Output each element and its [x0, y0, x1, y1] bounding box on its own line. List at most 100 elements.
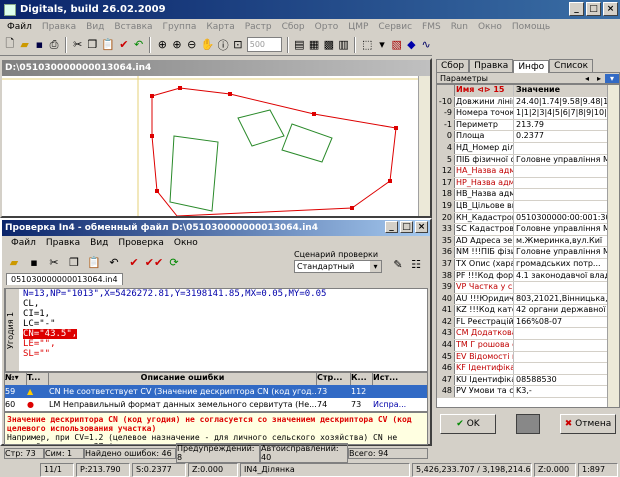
scale-input[interactable]: 500 [246, 37, 282, 52]
attribute-value[interactable] [514, 352, 619, 363]
menu-collect[interactable]: Сбор [277, 22, 310, 32]
table-icon[interactable]: ▦ [308, 37, 320, 53]
table-row[interactable]: 35 AD Адреса зем м.Жмеринка,вул.Киї [437, 235, 619, 248]
chevron-down-icon[interactable]: ▾ [370, 261, 381, 272]
print-icon[interactable]: ⎙ [48, 37, 60, 53]
menu-ortho[interactable]: Орто [310, 22, 344, 32]
paste-icon[interactable]: 📋 [86, 254, 102, 270]
table-row[interactable]: 39 VP Частка у спі [437, 282, 619, 294]
table-row[interactable]: 4 НД_Номер діля [437, 142, 619, 155]
minimize-button[interactable]: _ [569, 2, 584, 16]
zoom-out-icon[interactable]: ⊖ [186, 37, 198, 53]
attribute-value[interactable] [514, 143, 619, 154]
undo-icon[interactable]: ↶ [106, 254, 122, 270]
table-row[interactable]: 48 PV Умови та сі K3,- [437, 386, 619, 399]
table-row[interactable]: -1 Периметр 213.79 [437, 119, 619, 132]
doc-tab[interactable]: 051030000000013064.in4 [6, 273, 123, 285]
table-row[interactable]: 37 TX Опис (харак громадських потр... [437, 258, 619, 271]
vector-icon[interactable]: ◆ [406, 37, 418, 53]
col-col[interactable]: К... [351, 373, 373, 385]
save-icon[interactable]: ▪ [33, 37, 45, 53]
table-row[interactable]: 5 ПІБ фізичної о Головне управління М [437, 154, 619, 167]
attribute-value[interactable] [514, 363, 619, 374]
grid-scrollbar[interactable] [607, 85, 619, 407]
undo-icon[interactable]: ↶ [133, 37, 145, 53]
curve-icon[interactable]: ∿ [420, 37, 432, 53]
menu-run[interactable]: Run [446, 22, 473, 32]
code-editor[interactable]: Угодия 1 N=13,NP="1013",X=5426272.81,Y=3… [4, 288, 428, 372]
check-maximize-button[interactable]: □ [400, 221, 413, 233]
check-minimize-button[interactable]: _ [385, 221, 398, 233]
attribute-value[interactable] [514, 282, 619, 293]
table-row[interactable]: 12 НА_Назва адмі [437, 166, 619, 178]
attribute-value[interactable]: м.Жмеринка,вул.Киї [514, 236, 619, 247]
attribute-value[interactable]: Головне управління М [514, 224, 619, 235]
col-source[interactable]: Ист... [373, 373, 427, 385]
dropdown-icon[interactable]: ▾ [376, 37, 388, 53]
table-row[interactable]: -9Номера точок1|1|2|3|4|5|6|7|8|9|10|11|… [437, 108, 619, 120]
col-name[interactable]: Имя ⊲⊳ 15 [455, 85, 514, 96]
building-outline[interactable] [169, 135, 219, 212]
attribute-value[interactable]: 1|1|2|3|4|5|6|7|8|9|10|11|12|1 [514, 108, 619, 119]
attribute-value[interactable]: 08588530 [514, 375, 619, 386]
attribute-value[interactable]: Головне управління М [514, 155, 619, 166]
attribute-value[interactable]: 213.79 [514, 120, 619, 131]
refresh-icon[interactable]: ⟳ [166, 254, 182, 270]
table-row[interactable]: 0 Площа 0.2377 [437, 131, 619, 143]
table-row[interactable]: 60 ● LM Неправильный формат данных земел… [5, 398, 427, 411]
settings-icon[interactable]: ☷ [408, 256, 424, 272]
copy-icon[interactable]: ❐ [66, 254, 82, 270]
check-menu-view[interactable]: Вид [85, 238, 113, 248]
table-row[interactable]: 33SC КадастровийГоловне управління М [437, 224, 619, 236]
table-row[interactable]: 46KF Ідентифікац [437, 363, 619, 375]
close-button[interactable]: × [603, 2, 618, 16]
attributes-icon[interactable]: ▥ [338, 37, 350, 53]
raster-icon[interactable]: ▧ [391, 37, 403, 53]
dropdown-icon[interactable]: ▾ [605, 73, 619, 83]
ok-button[interactable]: ✔ OK [440, 414, 496, 434]
menu-file[interactable]: Файл [2, 22, 37, 32]
grid-icon[interactable]: ▩ [323, 37, 335, 53]
save-icon[interactable]: ▪ [26, 254, 42, 270]
menu-insert[interactable]: Вставка [109, 22, 157, 32]
tab-info[interactable]: Инфо [513, 60, 550, 73]
attribute-value[interactable] [514, 166, 619, 177]
table-row[interactable]: 45EV Відомості пр [437, 351, 619, 364]
select-tool-icon[interactable]: ⬚ [361, 37, 373, 53]
cut-icon[interactable]: ✂ [72, 37, 84, 53]
table-row[interactable]: 20КН_Кадастрови0510300000:00:001:3064 [437, 212, 619, 225]
table-row[interactable]: 19ЦВ_Цільове вик [437, 200, 619, 213]
paste-icon[interactable]: 📋 [101, 37, 115, 53]
menu-view[interactable]: Вид [81, 22, 109, 32]
pan-hand-icon[interactable]: ✋ [201, 37, 215, 53]
table-row[interactable]: 43 СМ Додаткова [437, 328, 619, 341]
side-tab-label[interactable]: Угодия 1 [5, 289, 19, 371]
menu-group[interactable]: Группа [158, 22, 202, 32]
building-outline[interactable] [237, 109, 285, 147]
attribute-value[interactable] [514, 201, 619, 212]
table-row[interactable]: 59 ▲ CN Не соответствует CV (Значение де… [5, 385, 427, 398]
edit-icon[interactable]: ✎ [390, 256, 406, 272]
col-type[interactable]: T... [27, 373, 49, 385]
check-menu-window[interactable]: Окно [169, 238, 203, 248]
open-folder-icon[interactable]: ▰ [6, 254, 22, 270]
table-row[interactable]: 44ТМ Г рошова оц [437, 340, 619, 352]
menu-service[interactable]: Сервис [373, 22, 417, 32]
attribute-value[interactable]: 24.40|1.74|9.58|9.48|1.51|2 [514, 97, 619, 108]
menu-dem[interactable]: ЦМР [343, 22, 373, 32]
check-menu-file[interactable]: Файл [6, 238, 41, 248]
check-close-button[interactable]: × [415, 221, 428, 233]
check-all-icon[interactable]: ✔✔ [145, 254, 163, 270]
check-icon[interactable]: ✔ [126, 254, 142, 270]
attribute-value[interactable] [514, 189, 619, 200]
attribute-value[interactable]: Головне управління М [514, 247, 619, 258]
menu-edit[interactable]: Правка [37, 22, 81, 32]
attribute-value[interactable] [514, 340, 619, 351]
tab-list[interactable]: Список [549, 59, 594, 72]
new-file-icon[interactable]: 🗋 [4, 37, 16, 53]
attribute-value[interactable]: 0510300000:00:001:3064 [514, 213, 619, 224]
map-scrollbar[interactable] [418, 76, 430, 216]
cancel-button[interactable]: ✖ Отмена [560, 414, 616, 434]
table-row[interactable]: 42 FL Реєстраційн 166%08-07 [437, 316, 619, 329]
menu-fms[interactable]: FMS [417, 22, 446, 32]
